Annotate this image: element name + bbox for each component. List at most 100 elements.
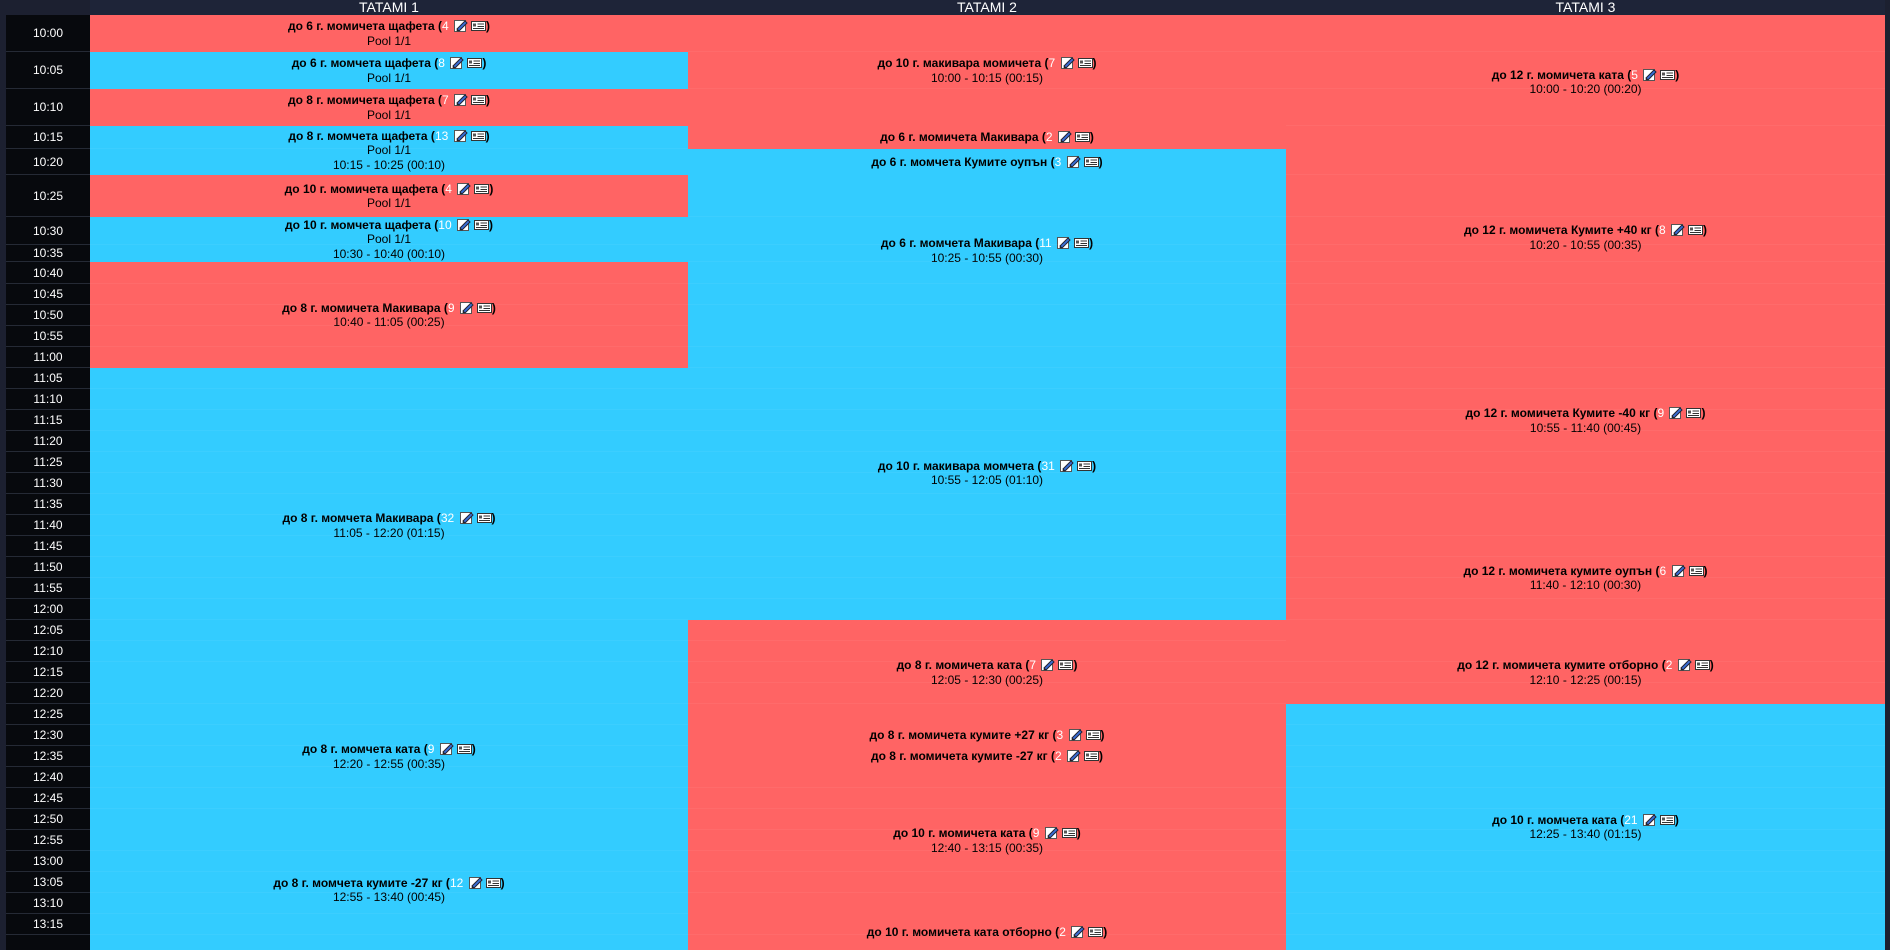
schedule-block[interactable]: до 6 г. момчета щафета (8 ) Pool 1/1 xyxy=(90,52,688,89)
schedule-block[interactable]: до 8 г. момичета щафета (7 ) Pool 1/1 xyxy=(90,89,688,126)
schedule-block[interactable]: до 12 г. момичета кумите оупън (6 ) 11:40… xyxy=(1286,515,1885,641)
edit-icon[interactable] xyxy=(454,94,469,106)
schedule-block[interactable]: до 12 г. момичета ката (5 ) 10:00 - 10:20… xyxy=(1286,15,1885,149)
edit-icon[interactable] xyxy=(1057,131,1073,144)
row-divider xyxy=(90,934,688,935)
block-title: до 6 г. момчета Кумите оупън xyxy=(871,154,1048,169)
schedule-block[interactable]: до 8 г. момичета кумите -27 кг (2 ) xyxy=(688,746,1286,767)
card-icon[interactable] xyxy=(1688,224,1703,236)
edit-icon[interactable] xyxy=(1060,57,1076,69)
row-divider xyxy=(688,51,1286,52)
schedule-block[interactable]: до 6 г. момичета Макивара (2 ) xyxy=(688,126,1286,149)
participant-count: 2 xyxy=(1045,130,1053,145)
edit-icon[interactable] xyxy=(1057,237,1072,249)
edit-icon[interactable] xyxy=(1066,750,1082,763)
card-icon[interactable] xyxy=(471,20,486,32)
row-divider xyxy=(1286,472,1885,473)
schedule-block[interactable]: до 8 г. момчета Макивара (32 ) 11:05 - 12… xyxy=(90,368,688,683)
block-pool: Pool 1/1 xyxy=(366,143,412,158)
row-divider xyxy=(1286,535,1885,536)
edit-icon[interactable] xyxy=(1643,68,1658,81)
participant-count: 8 xyxy=(1658,223,1666,237)
card-icon[interactable] xyxy=(1659,814,1675,826)
row-divider xyxy=(1286,451,1885,452)
block-title: до 12 г. момичета кумите оупън xyxy=(1463,563,1653,578)
card-icon[interactable] xyxy=(1074,131,1090,143)
edit-icon[interactable] xyxy=(456,218,472,231)
card-icon[interactable] xyxy=(470,130,486,142)
edit-icon[interactable] xyxy=(450,57,465,69)
row-divider xyxy=(1286,787,1885,788)
row-divider xyxy=(688,283,1286,284)
edit-icon[interactable] xyxy=(453,129,469,142)
edit-icon[interactable] xyxy=(1671,224,1686,236)
card-icon[interactable] xyxy=(473,219,489,231)
edit-icon[interactable] xyxy=(1671,564,1687,577)
schedule-block[interactable]: до 8 г. момчета щафета (13 ) Pool 1/1 10:1… xyxy=(90,126,688,175)
edit-icon[interactable] xyxy=(1066,155,1082,168)
card-icon[interactable] xyxy=(1077,57,1093,69)
schedule-block[interactable]: до 8 г. момичета ката (7 ) 12:05 - 12:30 … xyxy=(688,620,1286,725)
card-icon[interactable] xyxy=(1688,565,1704,577)
tatami-header-2: TATAMI 2 xyxy=(688,0,1286,15)
block-heading: до 10 г. момичета щафета (4 ) xyxy=(284,181,494,196)
card-icon[interactable] xyxy=(485,877,501,889)
block-heading: до 10 г. момчета ката (21 ) xyxy=(1492,812,1679,827)
row-divider xyxy=(1286,556,1885,557)
schedule-block[interactable]: до 8 г. момичета кумите +27 кг (3 ) xyxy=(688,725,1286,746)
row-divider xyxy=(688,682,1286,683)
schedule-block[interactable]: до 12 г. момичета Кумите +40 кг (8 ) 10:2… xyxy=(1286,149,1885,326)
participant-count: 2 xyxy=(1059,924,1066,939)
block-title: до 6 г. момчета Макивара xyxy=(880,236,1032,250)
schedule-block[interactable]: до 12 г. момичета кумите отборно (2 ) 12:… xyxy=(1286,641,1885,704)
schedule-block[interactable]: до 10 г. момичета ката отборно (2 ) xyxy=(688,914,1286,950)
time-slot-label: 12:45 xyxy=(6,788,90,809)
schedule-block[interactable]: до 10 г. момчета щафета (10 ) Pool 1/1 10:… xyxy=(90,217,688,262)
card-icon[interactable] xyxy=(1088,926,1104,938)
card-icon[interactable] xyxy=(1077,460,1093,472)
card-icon[interactable] xyxy=(1074,237,1090,249)
card-icon[interactable] xyxy=(1085,729,1101,741)
edit-icon[interactable] xyxy=(457,182,472,195)
edit-icon[interactable] xyxy=(454,20,469,32)
block-title: до 10 г. макивара момичета xyxy=(877,56,1042,70)
edit-icon[interactable] xyxy=(1071,925,1086,938)
card-icon[interactable] xyxy=(1660,69,1676,81)
card-icon[interactable] xyxy=(471,94,486,106)
participant-count: 8 xyxy=(438,56,445,70)
schedule-block[interactable]: до 6 г. момчета Кумите оупън (3 ) xyxy=(688,149,1286,175)
time-slot-label: 11:05 xyxy=(6,368,90,389)
row-divider xyxy=(688,304,1286,305)
row-divider xyxy=(688,577,1286,578)
block-title: до 10 г. момчета щафета xyxy=(285,217,431,232)
schedule-block[interactable]: до 8 г. момчета кумите -27 кг (12 ) 12:55… xyxy=(90,830,688,950)
schedule-block[interactable]: до 10 г. макивара момичета (7 ) 10:00 - 1… xyxy=(688,15,1286,126)
block-title: до 8 г. момичета Макивара xyxy=(282,300,441,315)
card-icon[interactable] xyxy=(467,57,483,69)
participant-count: 10 xyxy=(438,217,452,232)
schedule-block[interactable]: до 12 г. момичета Кумите -40 кг (9 ) 10:5… xyxy=(1286,326,1885,515)
schedule-block[interactable]: до 8 г. момичета Макивара (9 ) 10:40 - 11… xyxy=(90,262,688,368)
card-icon[interactable] xyxy=(474,183,490,195)
row-divider xyxy=(1286,388,1885,389)
block-time-range: 10:55 - 11:40 (00:45) xyxy=(1529,420,1642,435)
participant-count: 9 xyxy=(447,300,455,315)
card-icon[interactable] xyxy=(1083,750,1099,762)
schedule-block[interactable]: до 6 г. момичета щафета (4 ) Pool 1/1 xyxy=(90,15,688,52)
edit-icon[interactable] xyxy=(1060,459,1075,472)
block-title: до 8 г. момчета щафета xyxy=(288,128,428,143)
block-title: до 12 г. момичета Кумите +40 кг xyxy=(1464,223,1652,237)
schedule-block[interactable]: до 10 г. макивара момчета (31 ) 10:55 - 1… xyxy=(688,326,1286,620)
row-divider xyxy=(688,514,1286,515)
edit-icon[interactable] xyxy=(468,876,484,889)
schedule-block[interactable]: до 10 г. момичета щафета (4 ) Pool 1/1 xyxy=(90,175,688,217)
block-pool: Pool 1/1 xyxy=(366,33,412,48)
time-slot-label: 11:35 xyxy=(6,494,90,515)
block-time-range: 12:20 - 12:55 (00:35) xyxy=(332,756,446,771)
row-divider xyxy=(90,913,688,914)
edit-icon[interactable] xyxy=(1642,813,1658,826)
edit-icon[interactable] xyxy=(1068,729,1084,742)
card-icon[interactable] xyxy=(1083,156,1099,168)
row-divider xyxy=(90,703,688,704)
row-divider xyxy=(1286,808,1885,809)
